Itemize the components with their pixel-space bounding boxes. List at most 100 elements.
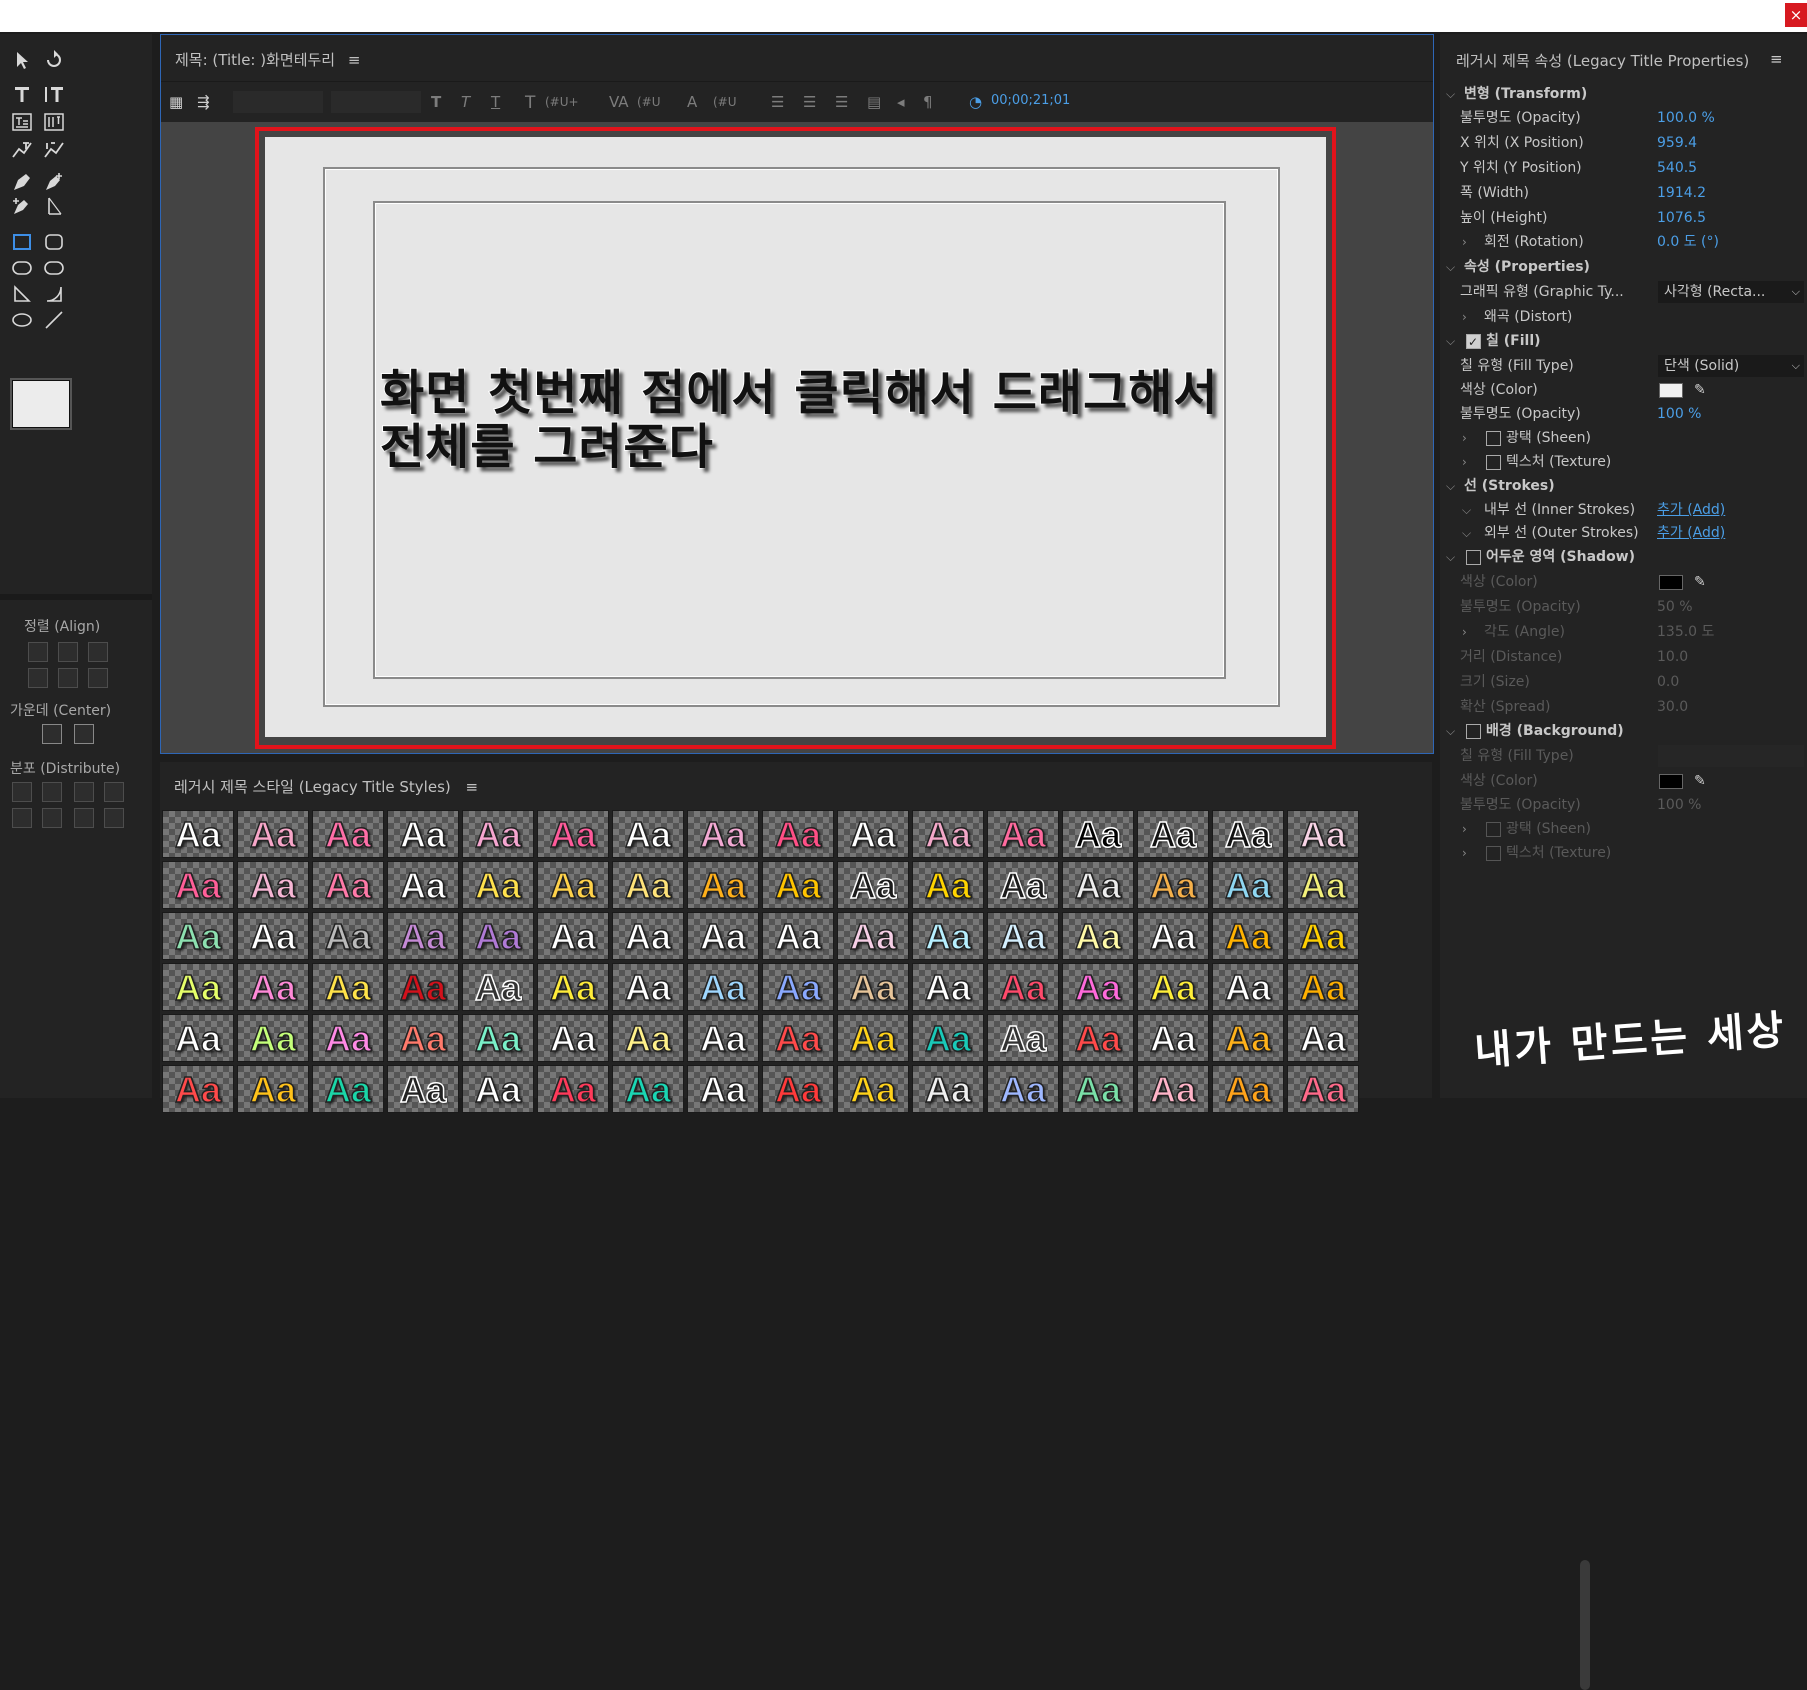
style-swatch[interactable]: Aa (1287, 963, 1359, 1011)
shadow-header[interactable]: 어두운 영역 (Shadow) (1486, 545, 1635, 569)
style-swatch[interactable]: Aa (912, 861, 984, 909)
sheen-checkbox[interactable] (1486, 431, 1501, 446)
spread-value[interactable]: 30.0 (1657, 695, 1688, 719)
style-swatch[interactable]: Aa (1137, 1065, 1209, 1113)
style-swatch[interactable]: Aa (987, 1014, 1059, 1062)
texture-checkbox[interactable] (1486, 455, 1501, 470)
style-swatch[interactable]: Aa (312, 1014, 384, 1062)
graphic-type-dropdown[interactable]: 사각형 (Recta... ⌵ (1658, 281, 1804, 303)
style-swatch[interactable]: Aa (612, 1065, 684, 1113)
style-swatch[interactable]: Aa (1212, 963, 1284, 1011)
style-swatch[interactable]: Aa (912, 1014, 984, 1062)
fill-checkbox[interactable] (1466, 330, 1481, 354)
distance-value[interactable]: 10.0 (1657, 645, 1688, 669)
styles-scrollbar[interactable] (1580, 1560, 1590, 1690)
italic-icon[interactable]: T (461, 93, 470, 111)
style-swatch[interactable]: Aa (837, 963, 909, 1011)
style-swatch[interactable]: Aa (537, 1014, 609, 1062)
style-swatch[interactable]: Aa (387, 912, 459, 960)
background-header[interactable]: 배경 (Background) (1486, 719, 1624, 743)
path-type-tool-icon[interactable] (8, 138, 36, 162)
leading-field[interactable]: (#U (713, 95, 737, 109)
vertical-type-tool-icon[interactable] (40, 82, 68, 106)
style-swatch[interactable]: Aa (912, 963, 984, 1011)
style-swatch[interactable]: Aa (1287, 1065, 1359, 1113)
center-vertical-icon[interactable] (74, 724, 94, 744)
style-swatch[interactable]: Aa (837, 912, 909, 960)
style-swatch[interactable]: Aa (537, 861, 609, 909)
eyedropper-icon[interactable]: ✎ (1694, 570, 1706, 594)
fill-color-swatch[interactable] (10, 378, 72, 430)
kerning-icon[interactable]: VA (609, 93, 629, 111)
editor-menu-icon[interactable]: ≡ (348, 51, 361, 69)
style-swatch[interactable]: Aa (1062, 1014, 1134, 1062)
style-swatch[interactable]: Aa (1287, 861, 1359, 909)
distribute-vertical-icon[interactable] (104, 808, 124, 828)
angle-value[interactable]: 135.0 도 (1657, 620, 1714, 644)
width-value[interactable]: 1914.2 (1657, 181, 1706, 205)
style-swatch[interactable]: Aa (1212, 861, 1284, 909)
style-swatch[interactable]: Aa (537, 810, 609, 858)
style-swatch[interactable]: Aa (1287, 1014, 1359, 1062)
style-swatch[interactable]: Aa (1137, 861, 1209, 909)
style-swatch[interactable]: Aa (537, 1065, 609, 1113)
align-left-icon[interactable] (28, 642, 48, 662)
style-swatch[interactable]: Aa (612, 810, 684, 858)
rounded-rectangle-tool-icon[interactable] (40, 230, 68, 254)
style-swatch[interactable]: Aa (462, 912, 534, 960)
add-outer-stroke-link[interactable]: 추가 (Add) (1657, 521, 1725, 545)
style-swatch[interactable]: Aa (1137, 1014, 1209, 1062)
selection-tool-icon[interactable] (8, 48, 36, 72)
chevron-right-icon[interactable]: › (1462, 817, 1467, 841)
style-swatch[interactable]: Aa (237, 963, 309, 1011)
shadow-opacity-value[interactable]: 50 % (1657, 595, 1693, 619)
opacity-value[interactable]: 100.0 % (1657, 106, 1715, 130)
style-swatch[interactable]: Aa (1212, 810, 1284, 858)
style-swatch[interactable]: Aa (1062, 963, 1134, 1011)
distribute-right-icon[interactable] (74, 782, 94, 802)
style-swatch[interactable]: Aa (762, 861, 834, 909)
font-family-dropdown[interactable] (233, 91, 323, 113)
style-swatch[interactable]: Aa (837, 861, 909, 909)
fill-color-chip[interactable] (1659, 383, 1683, 398)
style-swatch[interactable]: Aa (312, 861, 384, 909)
style-swatch[interactable]: Aa (612, 912, 684, 960)
style-swatch[interactable]: Aa (687, 861, 759, 909)
style-swatch[interactable]: Aa (462, 810, 534, 858)
style-swatch[interactable]: Aa (912, 810, 984, 858)
style-swatch[interactable]: Aa (162, 861, 234, 909)
style-swatch[interactable]: Aa (987, 861, 1059, 909)
properties-menu-icon[interactable]: ≡ (1770, 50, 1783, 68)
style-swatch[interactable]: Aa (387, 861, 459, 909)
distribute-bottom-icon[interactable] (74, 808, 94, 828)
transform-header[interactable]: 변형 (Transform) (1464, 82, 1587, 106)
chevron-right-icon[interactable]: › (1462, 620, 1467, 644)
style-swatch[interactable]: Aa (987, 912, 1059, 960)
style-swatch[interactable]: Aa (912, 912, 984, 960)
bg-opacity-value[interactable]: 100 % (1657, 793, 1701, 817)
style-swatch[interactable]: Aa (1137, 963, 1209, 1011)
bg-sheen-checkbox[interactable] (1486, 822, 1501, 837)
style-swatch[interactable]: Aa (237, 1065, 309, 1113)
kerning-field[interactable]: (#U (637, 95, 661, 109)
style-swatch[interactable]: Aa (762, 1014, 834, 1062)
align-middle-icon[interactable] (58, 668, 78, 688)
y-position-value[interactable]: 540.5 (1657, 156, 1697, 180)
style-swatch[interactable]: Aa (387, 1065, 459, 1113)
chevron-down-icon[interactable]: ⌵ (1446, 255, 1455, 279)
size-value[interactable]: 0.0 (1657, 670, 1679, 694)
style-swatch[interactable]: Aa (1062, 912, 1134, 960)
style-swatch[interactable]: Aa (762, 963, 834, 1011)
align-text-center-icon[interactable]: ☰ (803, 93, 816, 111)
style-swatch[interactable]: Aa (687, 810, 759, 858)
style-swatch[interactable]: Aa (1212, 1014, 1284, 1062)
shadow-color-chip[interactable] (1659, 575, 1683, 590)
fill-opacity-value[interactable]: 100 % (1657, 402, 1701, 426)
arc-tool-icon[interactable] (40, 282, 68, 306)
vertical-area-type-tool-icon[interactable] (40, 110, 68, 134)
bg-texture-checkbox[interactable] (1486, 846, 1501, 861)
style-swatch[interactable]: Aa (1137, 912, 1209, 960)
tab-icon[interactable]: ▤ (867, 93, 881, 111)
style-swatch[interactable]: Aa (312, 810, 384, 858)
wedge-tool-icon[interactable] (8, 282, 36, 306)
